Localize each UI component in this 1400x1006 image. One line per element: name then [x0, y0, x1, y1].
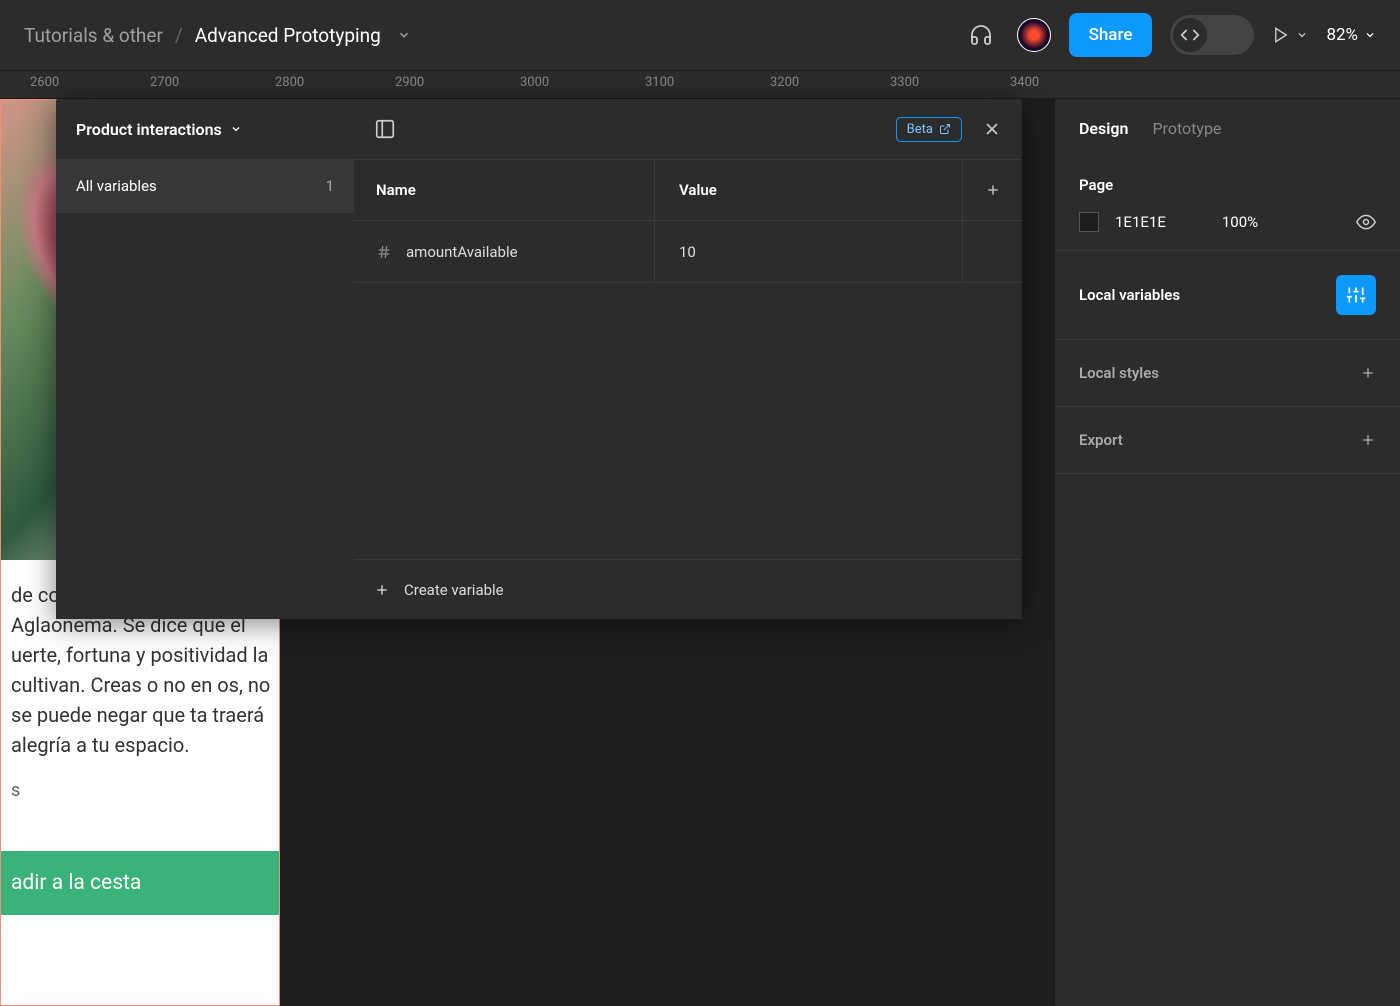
ruler-tick: 3200: [770, 75, 799, 90]
variables-panel: Product interactions Beta All variabl: [56, 99, 1022, 619]
export-label: Export: [1079, 431, 1123, 449]
variable-value[interactable]: 10: [654, 221, 962, 282]
breadcrumb-current[interactable]: Advanced Prototyping: [195, 24, 381, 47]
page-color-swatch[interactable]: [1079, 212, 1099, 232]
dev-mode-toggle[interactable]: [1170, 15, 1254, 55]
sidebar-tabs: Design Prototype: [1055, 99, 1400, 158]
add-mode-button[interactable]: [962, 160, 1022, 220]
local-styles-section: Local styles: [1055, 340, 1400, 407]
sidebar-item-count: 1: [326, 177, 334, 195]
ruler-tick: 2700: [150, 75, 179, 90]
breadcrumb-separator: /: [175, 24, 183, 47]
export-section: Export: [1055, 407, 1400, 474]
breadcrumb-parent[interactable]: Tutorials & other: [24, 24, 163, 47]
local-variables-label: Local variables: [1079, 286, 1180, 304]
collection-selector[interactable]: Product interactions: [56, 120, 354, 139]
ruler-tick: 3000: [520, 75, 549, 90]
sidebar-item-label: All variables: [76, 177, 157, 195]
tab-prototype[interactable]: Prototype: [1152, 119, 1221, 138]
tab-design[interactable]: Design: [1079, 119, 1128, 138]
avatar[interactable]: [1017, 18, 1051, 52]
collection-name: Product interactions: [76, 120, 222, 139]
sidebar-toggle-icon[interactable]: [374, 118, 396, 140]
variables-settings-button[interactable]: [1336, 275, 1376, 315]
breadcrumb: Tutorials & other / Advanced Prototyping: [24, 24, 411, 47]
beta-badge[interactable]: Beta: [896, 117, 962, 142]
variable-name: amountAvailable: [406, 243, 518, 261]
right-sidebar: Design Prototype Page 1E1E1E 100% Local …: [1054, 99, 1400, 1006]
product-subtext: s: [1, 780, 279, 801]
zoom-level[interactable]: 82%: [1326, 25, 1376, 45]
ruler-tick: 3400: [1010, 75, 1039, 90]
canvas[interactable]: de color en tu casa con esta Aglaonema. …: [0, 99, 1400, 1006]
column-header-name: Name: [354, 181, 654, 199]
variable-row[interactable]: amountAvailable 10: [354, 221, 1022, 283]
visibility-icon[interactable]: [1356, 212, 1376, 232]
page-opacity-value[interactable]: 100%: [1222, 213, 1258, 231]
ruler-tick: 2600: [30, 75, 59, 90]
create-variable-button[interactable]: Create variable: [354, 559, 1022, 619]
local-variables-section: Local variables: [1055, 251, 1400, 340]
share-button[interactable]: Share: [1069, 13, 1153, 57]
zoom-value: 82%: [1326, 25, 1358, 45]
add-export-button[interactable]: [1360, 432, 1376, 448]
ruler-tick: 2800: [275, 75, 304, 90]
sidebar-item-all-variables[interactable]: All variables 1: [56, 159, 354, 213]
number-type-icon: [376, 244, 392, 260]
ruler-tick: 3300: [890, 75, 919, 90]
add-to-cart-button[interactable]: adir a la cesta: [1, 851, 279, 915]
present-button[interactable]: [1272, 26, 1308, 44]
close-icon[interactable]: [982, 119, 1002, 139]
ruler-tick: 3100: [645, 75, 674, 90]
headphones-icon[interactable]: [963, 17, 999, 53]
page-section: Page 1E1E1E 100%: [1055, 158, 1400, 251]
ruler-tick: 2900: [395, 75, 424, 90]
add-style-button[interactable]: [1360, 365, 1376, 381]
page-color-value[interactable]: 1E1E1E: [1115, 213, 1166, 231]
column-header-value: Value: [654, 160, 962, 220]
page-section-title: Page: [1079, 176, 1376, 194]
chevron-down-icon[interactable]: [397, 28, 411, 42]
horizontal-ruler: 2600 2700 2800 2900 3000 3100 3200 3300 …: [0, 71, 1400, 99]
variables-table-header: Name Value: [354, 159, 1022, 221]
code-icon: [1173, 18, 1207, 52]
create-variable-label: Create variable: [404, 581, 504, 599]
local-styles-label: Local styles: [1079, 364, 1159, 382]
beta-label: Beta: [907, 122, 933, 137]
top-bar: Tutorials & other / Advanced Prototyping…: [0, 0, 1400, 71]
variables-sidebar: All variables 1: [56, 159, 354, 619]
